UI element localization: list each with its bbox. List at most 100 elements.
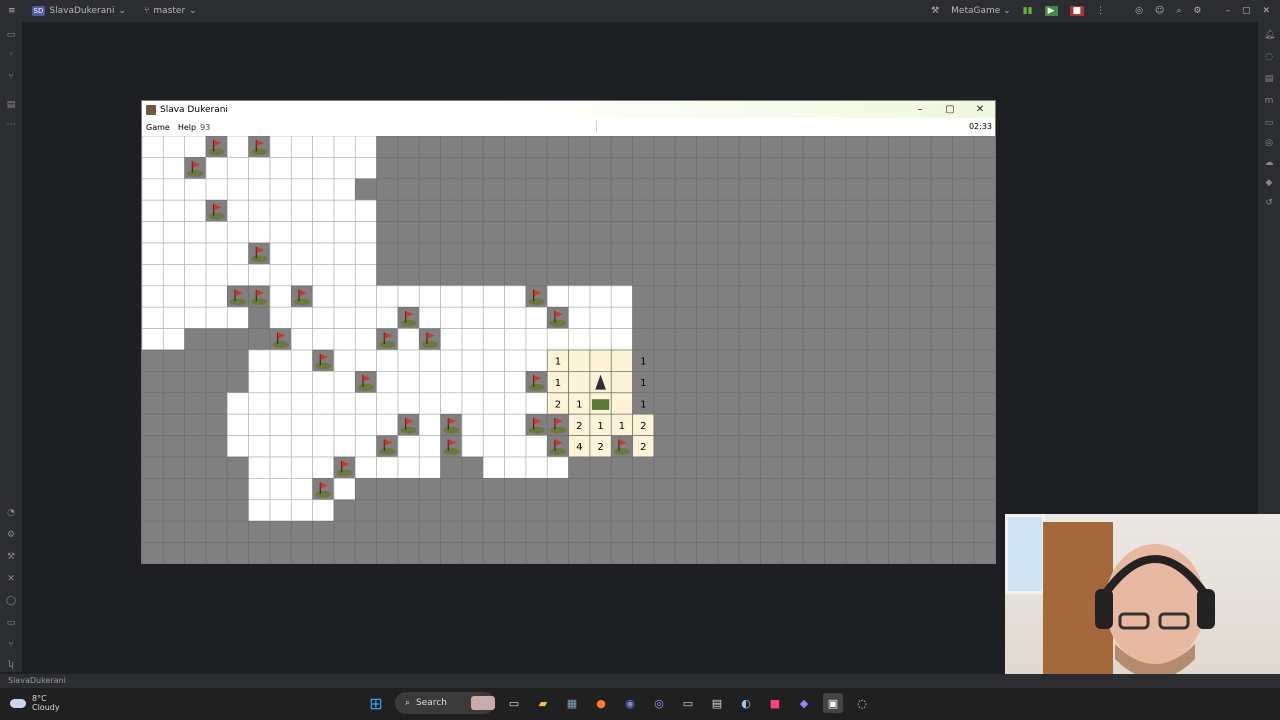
hidden-cell[interactable] [440,499,463,522]
revealed-cell[interactable]: 1 [546,349,569,372]
hidden-cell[interactable] [866,264,889,287]
hidden-cell[interactable] [610,242,633,265]
revealed-cell[interactable] [418,435,441,458]
hidden-cell[interactable] [973,199,995,222]
hidden-cell[interactable] [632,285,655,308]
hidden-cell[interactable] [717,392,740,415]
hidden-cell[interactable] [717,136,740,158]
hidden-cell[interactable] [184,392,207,415]
hidden-cell[interactable] [162,349,186,372]
revealed-cell[interactable] [269,264,292,287]
hidden-cell[interactable] [440,242,463,265]
hidden-cell[interactable] [930,371,953,394]
build-icon[interactable]: ⚙ [6,530,16,540]
revealed-cell[interactable] [504,285,527,308]
hidden-cell[interactable] [568,199,591,222]
hidden-cell[interactable] [418,520,441,543]
hidden-cell[interactable] [568,520,591,543]
hidden-cell[interactable] [589,136,612,158]
revealed-cell[interactable]: 4 [568,435,591,458]
hidden-cell[interactable] [440,542,463,564]
hidden-cell[interactable] [952,499,975,522]
revealed-cell[interactable] [482,371,505,394]
hidden-cell[interactable] [760,435,783,458]
flagged-cell[interactable] [354,371,377,394]
hidden-cell[interactable] [930,349,953,372]
hidden-cell[interactable] [952,285,975,308]
hidden-cell[interactable] [397,136,420,158]
hidden-cell[interactable] [162,542,186,564]
revealed-cell[interactable] [269,285,292,308]
hidden-cell[interactable] [674,136,697,158]
hidden-cell[interactable] [930,520,953,543]
hammer-icon[interactable]: ⚒ [931,6,939,16]
flagged-cell[interactable] [290,285,313,308]
hidden-cell[interactable] [952,413,975,436]
hidden-cell[interactable] [760,499,783,522]
hidden-cell[interactable] [568,157,591,180]
stop-icon[interactable]: ■ [1069,6,1085,16]
hidden-cell[interactable] [802,199,825,222]
revealed-cell[interactable] [248,199,271,222]
hidden-cell[interactable] [952,157,975,180]
hidden-cell[interactable] [781,499,804,522]
hidden-cell[interactable] [418,136,441,158]
hidden-cell[interactable] [696,478,719,501]
hidden-cell[interactable] [653,499,676,522]
revealed-cell[interactable] [397,456,420,479]
revealed-cell[interactable] [162,264,186,287]
hidden-cell[interactable] [824,306,847,329]
hidden-cell[interactable] [717,499,740,522]
hidden-cell[interactable] [226,499,249,522]
revealed-cell[interactable] [162,199,186,222]
revealed-cell[interactable] [290,136,313,158]
hidden-cell[interactable] [589,242,612,265]
hidden-cell[interactable] [397,178,420,201]
hidden-cell[interactable] [888,221,911,244]
hidden-cell[interactable] [504,157,527,180]
search-icon[interactable]: ⌕ [1176,6,1181,16]
hidden-cell[interactable] [653,199,676,222]
hidden-cell[interactable] [802,306,825,329]
hidden-cell[interactable] [781,221,804,244]
minimize-icon[interactable]: – [1225,6,1230,16]
hidden-cell[interactable] [333,520,356,543]
hidden-cell[interactable] [333,542,356,564]
revealed-cell[interactable] [248,221,271,244]
hidden-cell[interactable] [397,499,420,522]
hidden-cell[interactable] [866,542,889,564]
hidden-cell[interactable] [717,542,740,564]
hidden-cell[interactable] [632,242,655,265]
hidden-cell[interactable] [546,542,569,564]
revealed-cell[interactable] [397,328,420,351]
hidden-cell[interactable] [973,285,995,308]
revealed-cell[interactable] [290,264,313,287]
hidden-cell[interactable] [930,221,953,244]
hidden-cell[interactable] [504,264,527,287]
hidden-cell[interactable] [205,542,228,564]
hidden-cell[interactable] [717,435,740,458]
hidden-cell[interactable] [440,136,463,158]
revealed-cell[interactable] [440,371,463,394]
revealed-cell[interactable] [610,306,633,329]
hidden-cell[interactable] [696,413,719,436]
hidden-cell[interactable] [333,499,356,522]
main-menu-icon[interactable]: ≡ [8,6,16,16]
revealed-cell[interactable] [142,221,164,244]
revealed-cell[interactable] [248,371,271,394]
hidden-cell[interactable] [973,221,995,244]
hidden-cell[interactable] [930,542,953,564]
hidden-cell[interactable] [653,456,676,479]
revealed-cell[interactable] [504,371,527,394]
hidden-cell[interactable] [376,242,399,265]
hidden-cell[interactable] [674,542,697,564]
hidden-cell[interactable] [354,499,377,522]
hidden-cell[interactable] [952,542,975,564]
revealed-cell[interactable] [354,264,377,287]
hidden-cell[interactable] [952,199,975,222]
hidden-cell[interactable] [418,264,441,287]
hidden-cell[interactable] [610,456,633,479]
hidden-cell[interactable] [397,264,420,287]
hidden-cell[interactable] [142,499,164,522]
hidden-cell[interactable] [290,520,313,543]
